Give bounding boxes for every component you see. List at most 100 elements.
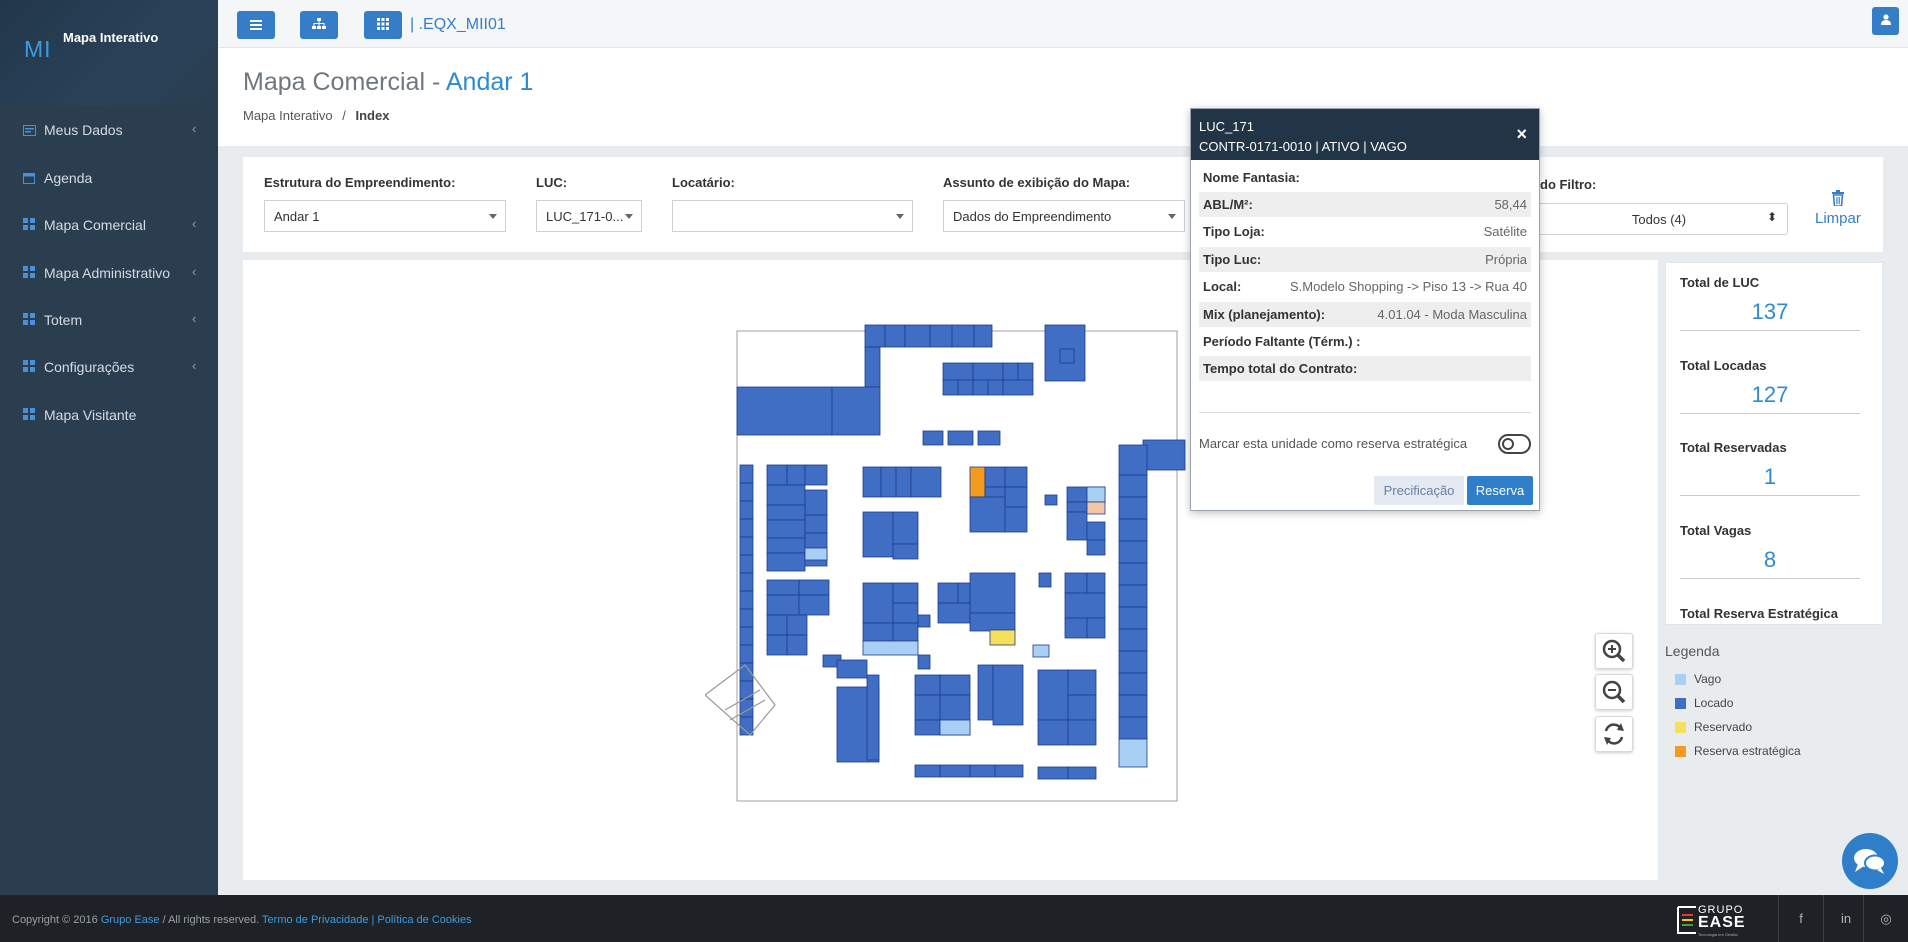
store-unit[interactable] [939,694,971,721]
store-unit[interactable] [1032,644,1050,658]
store-unit[interactable] [804,514,828,534]
strategic-reserve-toggle[interactable] [1498,434,1531,454]
reserva-button[interactable]: Reserva [1467,476,1533,505]
locatario-select[interactable] [672,200,913,232]
store-unit[interactable] [739,572,754,592]
store-unit-reserva-estrategica[interactable] [969,466,986,498]
store-unit[interactable] [739,464,754,484]
store-unit[interactable] [766,464,788,486]
sidebar-item-totem[interactable]: Totem ‹ [0,302,218,338]
store-unit[interactable] [939,719,971,736]
store-unit[interactable] [739,536,754,556]
store-unit[interactable] [739,608,754,628]
store-unit[interactable] [1118,562,1148,586]
store-unit[interactable] [942,362,974,381]
store-unit[interactable] [1067,694,1097,721]
store-unit[interactable] [922,430,944,446]
store-unit[interactable] [892,622,919,642]
store-unit[interactable] [994,764,1024,778]
store-unit[interactable] [947,430,974,446]
store-unit[interactable] [1118,672,1148,696]
store-unit[interactable] [1064,572,1088,594]
sitemap-button[interactable] [300,11,338,39]
facebook-icon[interactable]: f [1778,895,1823,942]
store-unit[interactable] [862,622,894,642]
store-unit[interactable] [892,511,919,545]
store-unit[interactable] [766,504,806,521]
clear-filters-button[interactable]: Limpar [1815,190,1861,227]
store-unit[interactable] [914,674,941,696]
store-unit[interactable] [942,379,959,396]
store-unit[interactable] [884,324,906,348]
store-unit[interactable] [1067,669,1097,696]
store-unit[interactable] [917,654,931,670]
store-unit[interactable] [1118,540,1148,564]
store-unit[interactable] [1086,572,1106,594]
store-unit[interactable] [864,324,886,348]
store-unit[interactable] [766,484,806,506]
store-unit[interactable] [969,612,1016,632]
store-unit[interactable] [951,324,975,348]
precificacao-button[interactable]: Precificação [1374,476,1464,505]
store-unit[interactable] [1086,617,1106,639]
store-unit[interactable] [1004,486,1028,508]
store-unit[interactable] [1118,628,1148,652]
store-unit[interactable] [786,634,808,656]
company-link[interactable]: Grupo Ease [101,914,160,926]
store-unit[interactable] [1118,606,1148,630]
store-unit[interactable] [904,324,931,348]
store-unit[interactable] [1059,348,1075,364]
store-unit[interactable] [1118,474,1148,498]
store-unit[interactable] [1037,669,1069,721]
store-unit[interactable] [1044,494,1058,506]
store-unit[interactable] [766,552,806,572]
sidebar-item-configuracoes[interactable]: Configurações ‹ [0,349,218,385]
store-unit[interactable] [804,547,828,561]
store-unit[interactable] [1037,766,1069,780]
store-unit[interactable] [1067,766,1097,780]
store-unit[interactable] [914,694,941,721]
store-unit[interactable] [957,582,971,604]
store-unit[interactable] [831,386,881,436]
store-unit[interactable] [929,324,953,348]
store-unit[interactable] [1064,617,1088,639]
store-unit[interactable] [1066,486,1088,503]
store-unit[interactable] [739,518,754,538]
store-unit[interactable] [969,764,996,778]
sidebar-item-mapa-visitante[interactable]: Mapa Visitante [0,397,218,433]
store-unit[interactable] [739,662,754,682]
store-unit[interactable] [862,511,894,558]
store-unit[interactable] [786,614,808,636]
store-unit[interactable] [1118,694,1148,718]
store-unit[interactable] [866,674,880,761]
store-unit[interactable] [939,674,971,696]
store-unit[interactable] [766,614,788,636]
floor-plan[interactable] [705,315,1225,815]
store-unit[interactable] [910,466,942,498]
store-unit[interactable] [766,519,806,539]
zoom-in-button[interactable] [1595,633,1633,669]
store-unit[interactable] [969,496,1006,533]
store-unit[interactable] [798,579,830,596]
store-unit[interactable] [1064,592,1106,619]
store-unit[interactable] [1067,719,1097,746]
store-unit[interactable] [766,594,800,616]
store-unit[interactable] [1118,716,1148,740]
store-unit[interactable] [1002,362,1019,381]
store-unit[interactable] [892,543,919,560]
store-unit[interactable] [969,572,1016,614]
store-unit[interactable] [937,582,959,604]
store-unit[interactable] [1066,511,1088,541]
sidebar-item-mapa-administrativo[interactable]: Mapa Administrativo ‹ [0,255,218,291]
store-unit[interactable] [917,614,931,628]
store-unit[interactable] [892,582,919,604]
close-icon[interactable]: × [1516,124,1527,145]
sidebar-item-mapa-comercial[interactable]: Mapa Comercial ‹ [0,207,218,243]
store-unit[interactable] [880,466,897,498]
store-unit[interactable] [987,379,1004,396]
luc-select[interactable]: LUC_171-0... [536,200,642,232]
user-button[interactable] [1872,7,1899,35]
store-unit[interactable] [862,582,894,624]
store-unit[interactable] [739,590,754,610]
store-unit[interactable] [914,764,941,778]
